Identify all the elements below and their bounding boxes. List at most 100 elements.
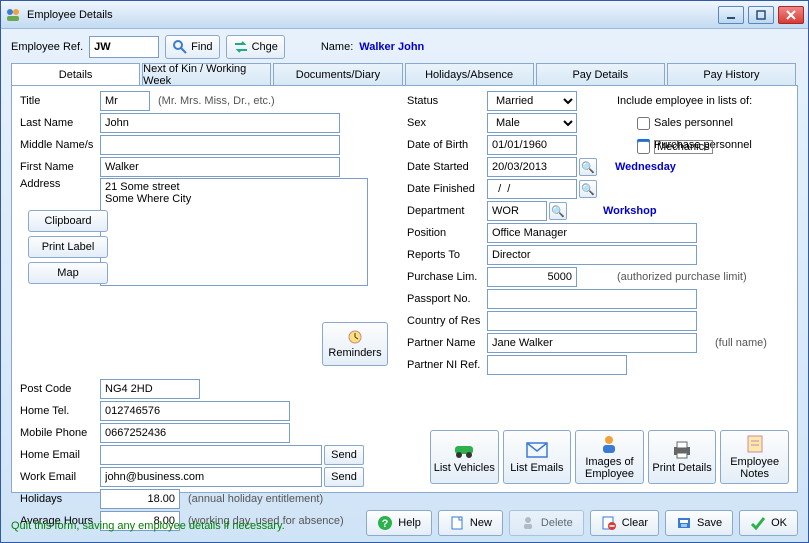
reminders-button[interactable]: Reminders [322, 322, 388, 366]
started-input[interactable] [487, 157, 577, 177]
workemail-send-button[interactable]: Send [324, 467, 364, 487]
new-button[interactable]: New [438, 510, 503, 536]
finished-lookup-button[interactable]: 🔍 [579, 180, 597, 198]
sex-select[interactable]: Male [487, 113, 577, 133]
purchlim-input[interactable] [487, 267, 577, 287]
finished-input[interactable] [487, 179, 577, 199]
purchlim-label: Purchase Lim. [407, 271, 487, 283]
save-button[interactable]: Save [665, 510, 733, 536]
tab-details[interactable]: Details [11, 63, 140, 85]
postcode-input[interactable] [100, 379, 200, 399]
list-emails-button[interactable]: List Emails [503, 430, 572, 484]
clear-button[interactable]: Clear [590, 510, 659, 536]
holidays-label: Holidays [20, 493, 100, 505]
images-button[interactable]: Images of Employee [575, 430, 644, 484]
tab-pay-history[interactable]: Pay History [667, 63, 796, 85]
mechanics-checkbox[interactable]: Mechanics [637, 138, 713, 156]
started-label: Date Started [407, 161, 487, 173]
check-icon [750, 515, 766, 531]
passport-input[interactable] [487, 289, 697, 309]
search-icon: 🔍 [551, 205, 565, 218]
search-icon: 🔍 [581, 183, 595, 196]
notes-button[interactable]: Employee Notes [720, 430, 789, 484]
tab-strip: Details Next of Kin / Working Week Docum… [1, 63, 808, 85]
mobile-input[interactable] [100, 423, 290, 443]
homeemail-send-button[interactable]: Send [324, 445, 364, 465]
name-label: Name: [321, 41, 353, 53]
change-button[interactable]: Chge [226, 35, 285, 59]
reports-input[interactable] [487, 245, 697, 265]
list-vehicles-button[interactable]: List Vehicles [430, 430, 499, 484]
print-label-button[interactable]: Print Label [28, 236, 108, 258]
postcode-label: Post Code [20, 383, 100, 395]
address-label: Address [20, 178, 100, 190]
homeemail-label: Home Email [20, 449, 100, 461]
holidays-input[interactable] [100, 489, 180, 509]
middlename-input[interactable] [100, 135, 340, 155]
started-lookup-button[interactable]: 🔍 [579, 158, 597, 176]
partner-input[interactable] [487, 333, 697, 353]
app-icon [5, 7, 21, 23]
minimize-button[interactable] [718, 6, 744, 24]
partner-label: Partner Name [407, 337, 487, 349]
homeemail-input[interactable] [100, 445, 322, 465]
sex-label: Sex [407, 117, 487, 129]
ok-button[interactable]: OK [739, 510, 798, 536]
partnerni-input[interactable] [487, 355, 627, 375]
svg-text:?: ? [382, 518, 389, 530]
status-label: Status [407, 95, 487, 107]
country-input[interactable] [487, 311, 697, 331]
tab-holidays[interactable]: Holidays/Absence [405, 63, 534, 85]
swap-icon [233, 39, 249, 55]
mobile-label: Mobile Phone [20, 427, 100, 439]
printer-icon [670, 440, 694, 460]
lastname-input[interactable] [100, 113, 340, 133]
employee-details-window: Employee Details Employee Ref. Find Chge… [0, 0, 809, 543]
tab-pay-details[interactable]: Pay Details [536, 63, 665, 85]
left-column: Title (Mr. Mrs. Miss, Dr., etc.) Last Na… [20, 90, 390, 532]
dept-name: Workshop [603, 205, 657, 217]
search-icon [172, 39, 188, 55]
tab-documents[interactable]: Documents/Diary [273, 63, 402, 85]
firstname-input[interactable] [100, 157, 340, 177]
title-hint: (Mr. Mrs. Miss, Dr., etc.) [158, 95, 275, 107]
position-input[interactable] [487, 223, 697, 243]
help-button[interactable]: ? Help [366, 510, 432, 536]
tab-next-of-kin[interactable]: Next of Kin / Working Week [142, 63, 271, 85]
print-details-button[interactable]: Print Details [648, 430, 717, 484]
hometel-input[interactable] [100, 401, 290, 421]
clipboard-button[interactable]: Clipboard [28, 210, 108, 232]
find-button[interactable]: Find [165, 35, 219, 59]
employee-ref-row: Employee Ref. Find Chge Name: Walker Joh… [1, 29, 808, 63]
mail-icon [525, 440, 549, 460]
title-label: Title [20, 95, 100, 107]
dept-label: Department [407, 205, 487, 217]
include-label: Include employee in lists of: [617, 95, 752, 107]
maximize-button[interactable] [748, 6, 774, 24]
right-column: Status Married Include employee in lists… [407, 90, 795, 376]
delete-button[interactable]: Delete [509, 510, 584, 536]
new-icon [449, 515, 465, 531]
partnerni-label: Partner NI Ref. [407, 359, 487, 371]
person-icon [597, 434, 621, 454]
country-label: Country of Res [407, 315, 487, 327]
bottom-button-row: ? Help New Delete Clear Save OK [366, 510, 798, 536]
holidays-hint: (annual holiday entitlement) [188, 493, 323, 505]
close-button[interactable] [778, 6, 804, 24]
address-input[interactable] [100, 178, 368, 286]
dob-input[interactable] [487, 135, 577, 155]
dept-lookup-button[interactable]: 🔍 [549, 202, 567, 220]
position-label: Position [407, 227, 487, 239]
action-button-row: List Vehicles List Emails Images of Empl… [430, 430, 789, 484]
status-select[interactable]: Married [487, 91, 577, 111]
lastname-label: Last Name [20, 117, 100, 129]
employee-ref-input[interactable] [89, 36, 159, 58]
sales-personnel-checkbox[interactable]: Sales personnel [637, 114, 733, 132]
car-icon [452, 440, 476, 460]
search-icon: 🔍 [581, 161, 595, 174]
workemail-input[interactable] [100, 467, 322, 487]
status-text: Quit this form, saving any employee deta… [11, 520, 285, 532]
title-input[interactable] [100, 91, 150, 111]
dept-input[interactable] [487, 201, 547, 221]
map-button[interactable]: Map [28, 262, 108, 284]
